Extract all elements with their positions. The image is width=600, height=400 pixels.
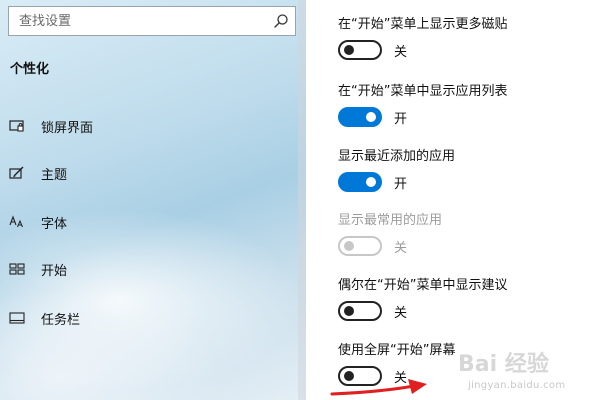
lock-screen-icon bbox=[9, 120, 24, 132]
toggle-knob bbox=[366, 112, 376, 122]
annotation-arrow-icon bbox=[330, 379, 427, 396]
watermark-url: jingyan.baidu.com bbox=[468, 380, 566, 391]
font-icon bbox=[9, 215, 23, 228]
setting-label: 偶尔在“开始”菜单中显示建议 bbox=[338, 278, 508, 293]
watermark-brand: Bai 经验 bbox=[458, 352, 549, 377]
sidebar-item-theme[interactable]: 主题 bbox=[0, 153, 298, 193]
search-input[interactable] bbox=[9, 7, 269, 35]
settings-panel: 在“开始”菜单上显示更多磁贴 关 在“开始”菜单中显示应用列表 开 显示最近添加… bbox=[306, 0, 600, 400]
settings-window: 个性化 锁屏界面 主题 字体 bbox=[0, 0, 600, 400]
toggle-state-label: 关 bbox=[394, 306, 408, 321]
sidebar-item-label: 开始 bbox=[41, 264, 68, 279]
setting-label: 在“开始”菜单中显示应用列表 bbox=[338, 84, 508, 99]
sidebar-divider bbox=[298, 0, 306, 400]
sidebar-item-start[interactable]: 开始 bbox=[0, 249, 298, 289]
toggle-knob bbox=[344, 241, 354, 251]
sidebar-item-label: 任务栏 bbox=[41, 313, 81, 328]
search-icon[interactable] bbox=[273, 13, 289, 29]
toggle-switch[interactable] bbox=[338, 301, 382, 321]
sidebar-item-lock-screen[interactable]: 锁屏界面 bbox=[0, 106, 298, 146]
setting-label: 显示最常用的应用 bbox=[338, 213, 443, 228]
sidebar-item-taskbar[interactable]: 任务栏 bbox=[0, 298, 298, 338]
toggle-state-label: 关 bbox=[394, 241, 408, 256]
toggle-knob bbox=[366, 177, 376, 187]
taskbar-icon bbox=[9, 312, 25, 324]
setting-label: 在“开始”菜单上显示更多磁贴 bbox=[338, 17, 508, 32]
toggle-switch[interactable] bbox=[338, 107, 382, 127]
toggle-state-label: 关 bbox=[394, 45, 408, 60]
sidebar: 个性化 锁屏界面 主题 字体 bbox=[0, 0, 306, 400]
toggle-knob bbox=[344, 45, 354, 55]
setting-label: 显示最近添加的应用 bbox=[338, 149, 456, 164]
toggle-knob bbox=[344, 306, 354, 316]
sidebar-item-label: 主题 bbox=[41, 168, 68, 183]
toggle-switch bbox=[338, 236, 382, 256]
sidebar-item-font[interactable]: 字体 bbox=[0, 202, 298, 242]
section-title: 个性化 bbox=[10, 62, 50, 77]
watermark: Bai 经验 jingyan.baidu.com bbox=[448, 342, 598, 398]
toggle-switch[interactable] bbox=[338, 172, 382, 192]
start-grid-icon bbox=[9, 263, 25, 275]
toggle-state-label: 开 bbox=[394, 177, 408, 192]
toggle-state-label: 开 bbox=[394, 112, 408, 127]
theme-brush-icon bbox=[9, 166, 24, 179]
setting-label: 使用全屏“开始”屏幕 bbox=[338, 343, 456, 358]
sidebar-item-label: 锁屏界面 bbox=[41, 121, 94, 136]
toggle-switch[interactable] bbox=[338, 40, 382, 60]
sidebar-item-label: 字体 bbox=[41, 217, 68, 232]
search-box[interactable] bbox=[8, 6, 296, 36]
